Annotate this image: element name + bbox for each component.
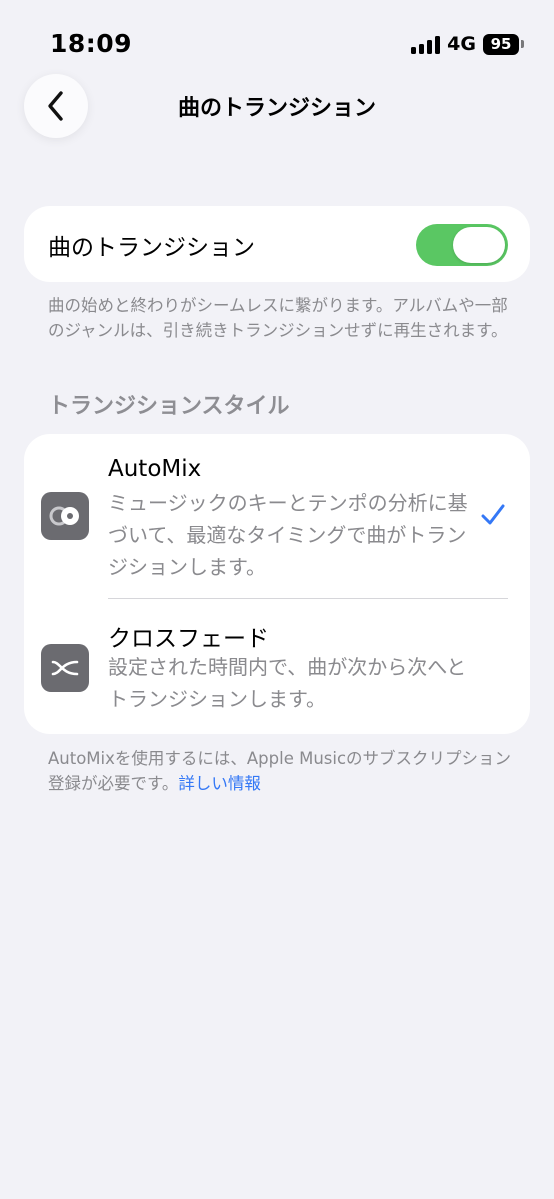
subscription-note: AutoMixを使用するには、Apple Musicのサブスクリプション登録が必… <box>48 746 518 796</box>
transition-toggle-label: 曲のトランジション <box>48 235 255 261</box>
option-automix[interactable]: AutoMix ミュージックのキーとテンポの分析に基づいて、最適なタイミングで曲… <box>24 434 530 599</box>
option-desc-automix: ミュージックのキーとテンポの分析に基づいて、最適なタイミングで曲がトランジション… <box>108 491 468 579</box>
checkmark-icon <box>481 504 505 525</box>
transition-toggle-card: 曲のトランジション <box>24 206 530 282</box>
battery-icon: 95 <box>483 33 524 55</box>
section-header: トランジションスタイル <box>48 394 290 419</box>
crossfade-icon <box>41 644 89 692</box>
status-indicators: 4G 95 <box>411 33 524 55</box>
network-label: 4G <box>447 33 476 55</box>
transition-toggle-switch[interactable] <box>416 224 508 266</box>
status-time: 18:09 <box>50 29 133 58</box>
status-bar: 18:09 4G 95 <box>0 0 554 80</box>
transition-style-list: AutoMix ミュージックのキーとテンポの分析に基づいて、最適なタイミングで曲… <box>24 434 530 734</box>
option-title-crossfade: クロスフェード <box>108 626 269 652</box>
page-title: 曲のトランジション <box>177 96 376 121</box>
option-crossfade[interactable]: クロスフェード 設定された時間内で、曲が次から次へとトランジションします。 <box>24 599 530 734</box>
signal-icon <box>411 34 441 54</box>
automix-icon <box>41 492 89 540</box>
option-title-automix: AutoMix <box>108 456 202 482</box>
battery-level: 95 <box>483 33 519 55</box>
transition-description: 曲の始めと終わりがシームレスに繋がります。アルバムや一部のジャンルは、引き続きト… <box>48 296 508 340</box>
switch-knob <box>453 227 505 263</box>
learn-more-link[interactable]: 詳しい情報 <box>178 774 261 793</box>
option-desc-crossfade: 設定された時間内で、曲が次から次へとトランジションします。 <box>108 655 467 711</box>
subscription-note-text: AutoMixを使用するには、Apple Musicのサブスクリプション登録が必… <box>48 749 512 793</box>
